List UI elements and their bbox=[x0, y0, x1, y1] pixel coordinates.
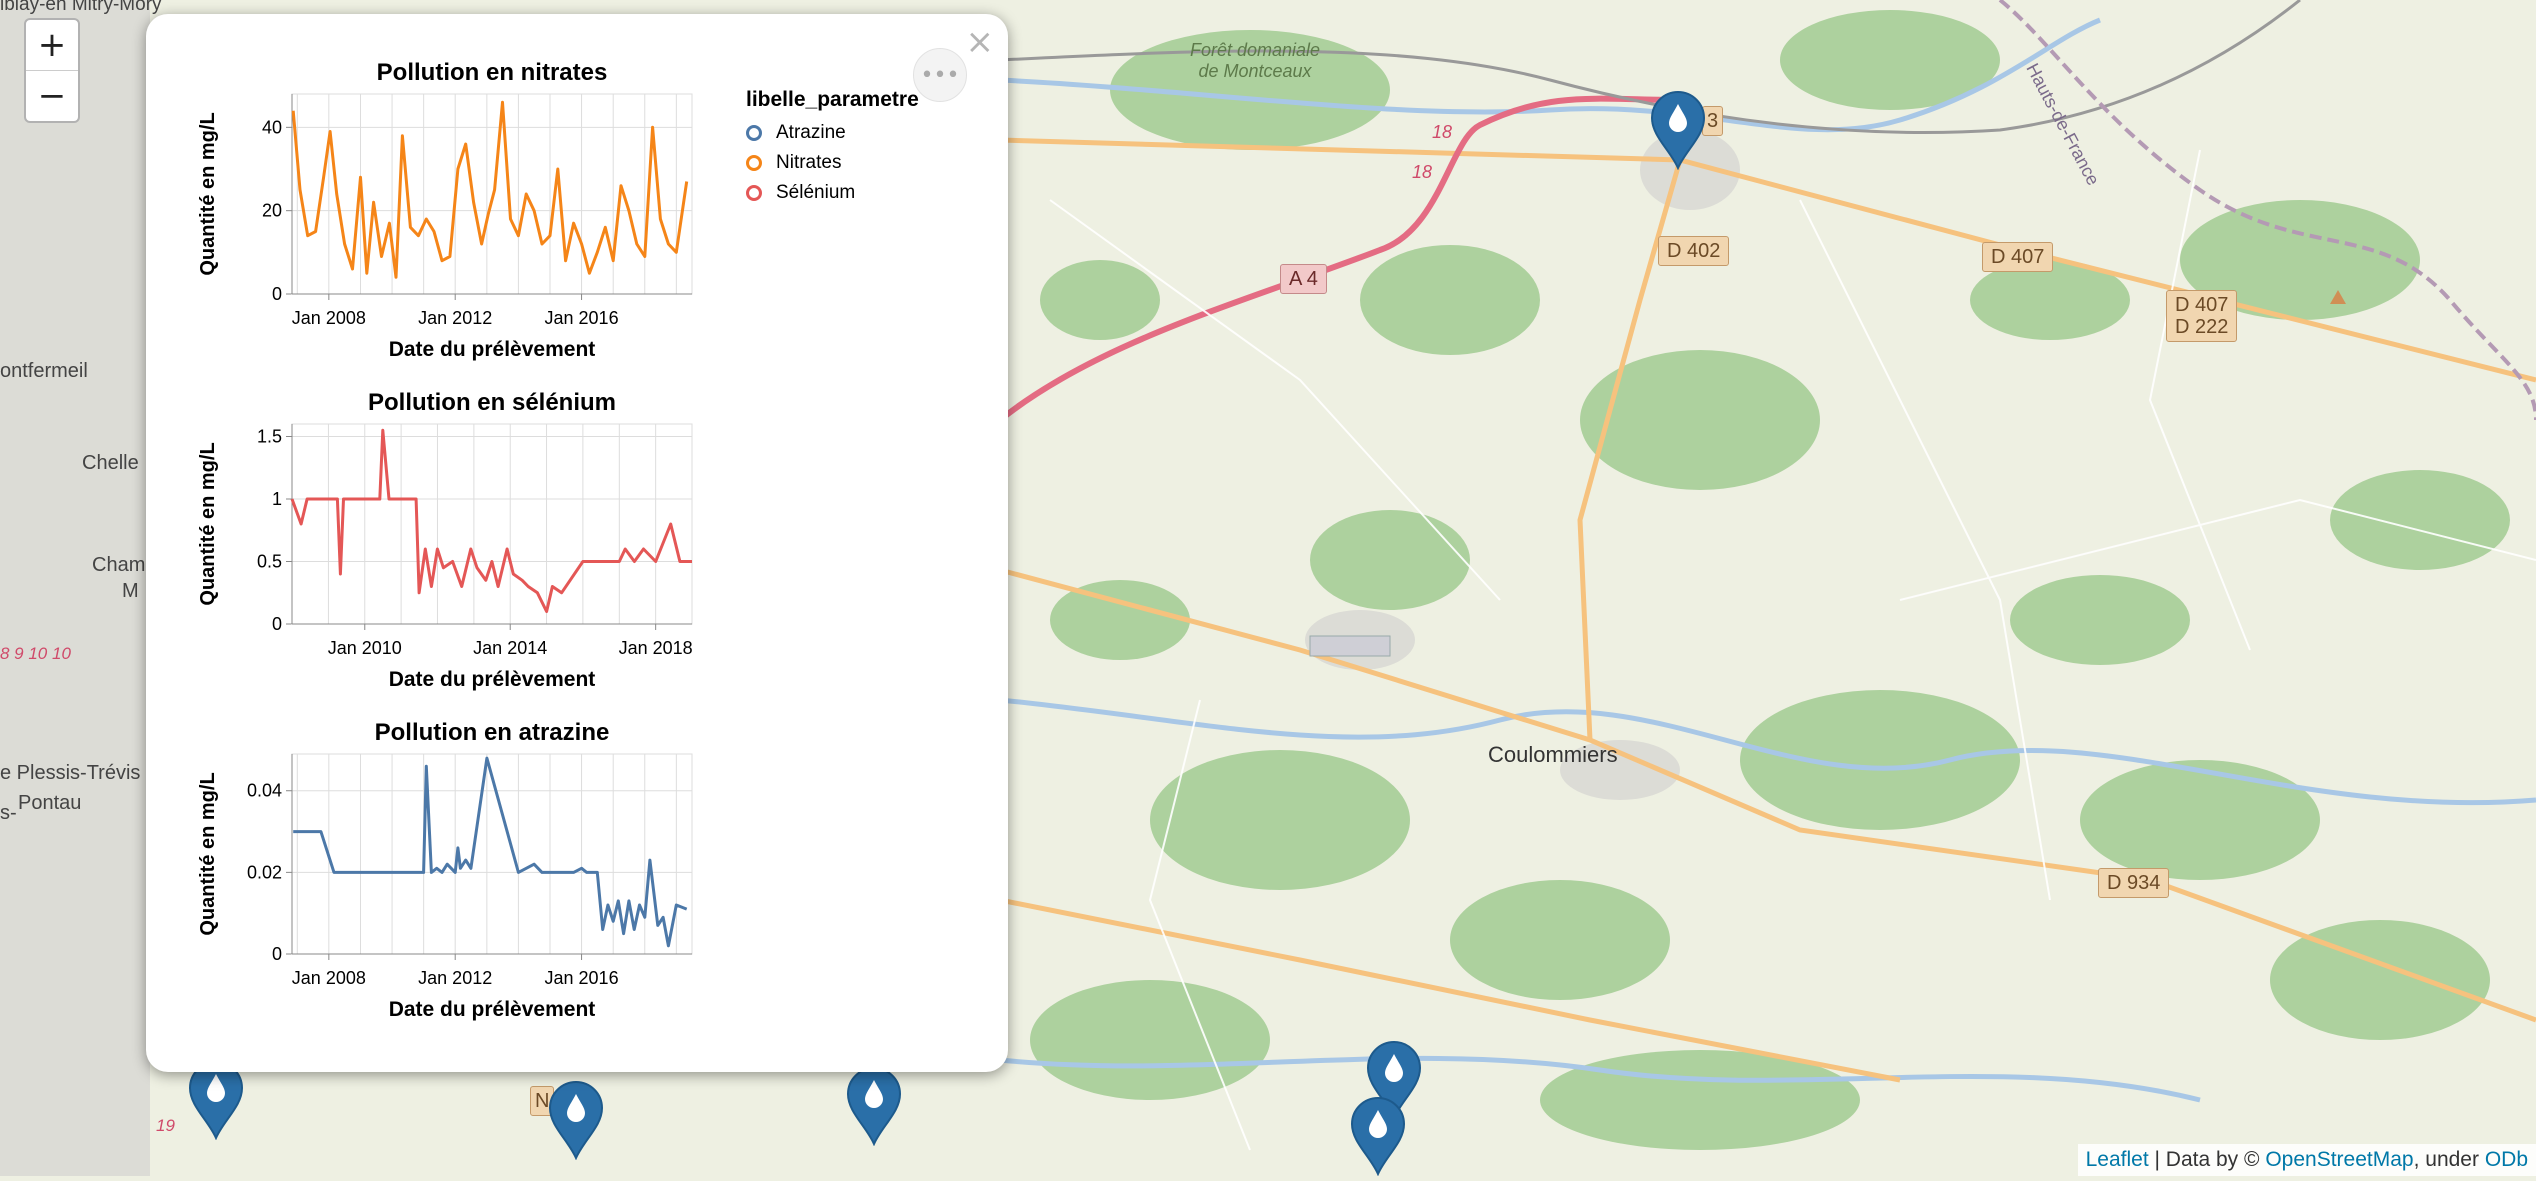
water-drop-icon bbox=[188, 1061, 244, 1141]
map-label-route-numbers: 8 9 10 10 bbox=[0, 644, 71, 663]
osm-link[interactable]: OpenStreetMap bbox=[2265, 1148, 2413, 1171]
y-tick-label: 1 bbox=[272, 489, 282, 509]
road-shield-d407: D 407 bbox=[1982, 242, 2054, 272]
map-marker[interactable] bbox=[1648, 90, 1708, 171]
legend-title: libelle_parametre bbox=[746, 88, 919, 111]
chart-title: Pollution en atrazine bbox=[375, 719, 610, 746]
map-label-edge: s- bbox=[0, 802, 17, 824]
map-attribution: Leaflet | Data by © OpenStreetMap, under… bbox=[2077, 1144, 2536, 1176]
road-shield-d407-d222: D 407 D 222 bbox=[2166, 290, 2238, 342]
map-marker[interactable] bbox=[186, 1060, 246, 1141]
map-label-champs-line2: M bbox=[122, 580, 139, 602]
x-tick-label: Jan 2016 bbox=[545, 968, 619, 988]
chart-legend: libelle_parametre Atrazine Nitrates Sélé… bbox=[746, 88, 919, 208]
map-marker[interactable] bbox=[844, 1066, 904, 1147]
legend-symbol-nitrates bbox=[746, 155, 762, 171]
series-line bbox=[291, 100, 689, 279]
y-tick-label: 1.5 bbox=[257, 427, 282, 447]
map-label-route-18b: 18 bbox=[1412, 162, 1433, 182]
chart-title: Pollution en sélénium bbox=[368, 389, 616, 416]
series-line bbox=[290, 428, 692, 613]
legend-label-nitrates: Nitrates bbox=[776, 152, 842, 173]
x-tick-label: Jan 2014 bbox=[473, 638, 547, 658]
y-tick-label: 0.5 bbox=[257, 552, 282, 572]
road-shield-d222-line: D 222 bbox=[2175, 316, 2229, 338]
airfield bbox=[1309, 635, 1391, 657]
road-shield-a4: A 4 bbox=[1280, 264, 1327, 294]
leaflet-link[interactable]: Leaflet bbox=[2086, 1148, 2149, 1171]
road-shield-d934: D 934 bbox=[2098, 868, 2170, 898]
water-drop-icon bbox=[1650, 91, 1706, 171]
attribution-sep: | Data by © bbox=[2148, 1148, 2266, 1171]
chart-2: Pollution en atrazine 0 0.02 0.04 Jan 2008 Ja… bbox=[197, 719, 693, 1021]
road-shield-d402: D 402 bbox=[1658, 236, 1730, 266]
y-tick-label: 0 bbox=[272, 284, 282, 304]
y-tick-label: 0 bbox=[272, 614, 282, 634]
map-marker[interactable] bbox=[1348, 1096, 1408, 1177]
x-tick-label: Jan 2010 bbox=[328, 638, 402, 658]
legend-item-selenium[interactable]: Sélénium bbox=[746, 178, 919, 208]
water-drop-icon bbox=[1350, 1097, 1406, 1177]
map-label-chelles: Chelle bbox=[82, 452, 139, 474]
map-label-montfermeil: ontfermeil bbox=[0, 360, 88, 382]
map-marker[interactable] bbox=[546, 1080, 606, 1161]
y-axis-title: Quantité en mg/L bbox=[197, 442, 219, 605]
attribution-under: , under bbox=[2413, 1148, 2485, 1171]
x-axis-title: Date du prélèvement bbox=[389, 338, 596, 361]
map-label-pontault: Pontau bbox=[18, 792, 82, 814]
legend-label-atrazine: Atrazine bbox=[776, 122, 846, 143]
x-axis-title: Date du prélèvement bbox=[389, 998, 596, 1021]
map-label-route-19: 19 bbox=[156, 1116, 175, 1135]
water-drop-icon bbox=[548, 1081, 604, 1161]
x-tick-label: Jan 2008 bbox=[292, 968, 366, 988]
map-label-mitry: ibiay-en Mitry-Mory bbox=[0, 0, 162, 15]
y-tick-label: 0 bbox=[272, 944, 282, 964]
legend-symbol-selenium bbox=[746, 185, 762, 201]
road-shield-d407-line: D 407 bbox=[2175, 294, 2229, 316]
legend-symbol-atrazine bbox=[746, 125, 762, 141]
map-label-champs: Cham bbox=[92, 554, 146, 576]
map-label-forest: Forêt domaniale de Montceaux bbox=[1189, 40, 1321, 81]
odbl-link[interactable]: ODb bbox=[2485, 1148, 2528, 1171]
chart-title: Pollution en nitrates bbox=[377, 59, 608, 86]
y-axis-title: Quantité en mg/L bbox=[197, 772, 219, 935]
legend-item-nitrates[interactable]: Nitrates bbox=[746, 148, 919, 178]
legend-label-selenium: Sélénium bbox=[776, 182, 856, 203]
x-tick-label: Jan 2012 bbox=[418, 308, 492, 328]
zoom-control: + − bbox=[24, 18, 80, 123]
popup-close-button[interactable]: × bbox=[966, 22, 995, 62]
x-axis-title: Date du prélèvement bbox=[389, 668, 596, 691]
y-tick-label: 40 bbox=[262, 117, 282, 137]
map-label-coulommiers: Coulommiers bbox=[1488, 742, 1618, 767]
y-tick-label: 20 bbox=[262, 201, 282, 221]
x-tick-label: Jan 2016 bbox=[545, 308, 619, 328]
series-line bbox=[293, 756, 688, 948]
zoom-in-button[interactable]: + bbox=[26, 20, 78, 70]
x-tick-label: Jan 2012 bbox=[418, 968, 492, 988]
zoom-out-button[interactable]: − bbox=[26, 70, 78, 121]
chart-popup: × ••• Pollution en nitrates 0 20 40 Jan 2008… bbox=[146, 14, 1008, 1072]
chart-actions-button[interactable]: ••• bbox=[913, 48, 967, 102]
chart-1: Pollution en sélénium 0 0.5 1 1.5 Jan 2010 Jan… bbox=[197, 389, 693, 691]
x-tick-label: Jan 2018 bbox=[619, 638, 693, 658]
y-tick-label: 0.04 bbox=[247, 781, 282, 801]
map-label-route-18a: 18 bbox=[1432, 122, 1453, 142]
y-axis-title: Quantité en mg/L bbox=[197, 112, 219, 275]
legend-item-atrazine[interactable]: Atrazine bbox=[746, 118, 919, 148]
charts-svg: Pollution en nitrates 0 20 40 Jan 2008 Jan 20… bbox=[197, 59, 693, 1021]
x-tick-label: Jan 2008 bbox=[292, 308, 366, 328]
y-tick-label: 0.02 bbox=[247, 862, 282, 882]
water-drop-icon bbox=[846, 1067, 902, 1147]
map-label-plessis: e Plessis-Trévis bbox=[0, 762, 141, 784]
plot-frame bbox=[291, 423, 693, 625]
chart-0: Pollution en nitrates 0 20 40 Jan 2008 Jan 20… bbox=[197, 59, 693, 361]
